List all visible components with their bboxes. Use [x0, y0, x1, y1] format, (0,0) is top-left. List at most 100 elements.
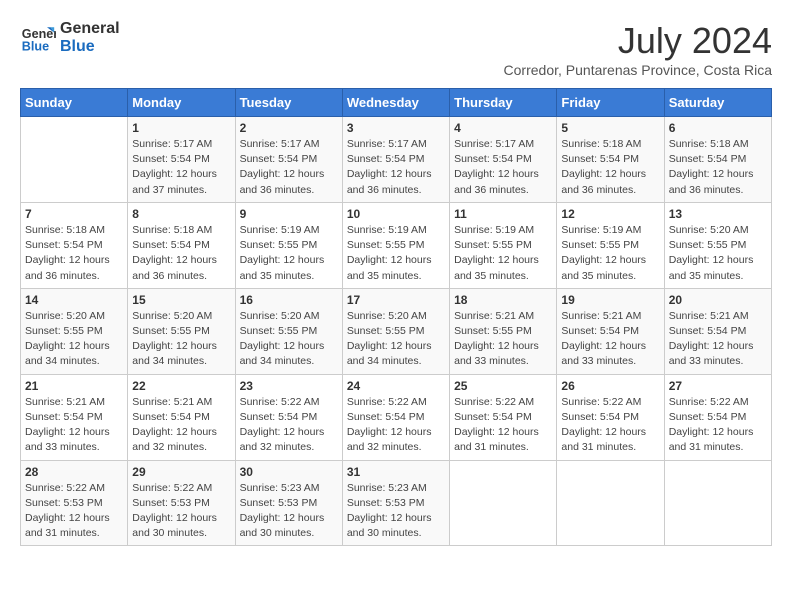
- title-section: July 2024 Corredor, Puntarenas Province,…: [504, 20, 772, 78]
- day-number: 10: [347, 207, 445, 221]
- logo-line1: General: [60, 20, 120, 38]
- calendar-cell: 30Sunrise: 5:23 AMSunset: 5:53 PMDayligh…: [235, 460, 342, 546]
- day-number: 11: [454, 207, 552, 221]
- calendar-cell: 25Sunrise: 5:22 AMSunset: 5:54 PMDayligh…: [450, 374, 557, 460]
- day-info: Sunrise: 5:17 AMSunset: 5:54 PMDaylight:…: [347, 137, 445, 198]
- calendar-cell: 10Sunrise: 5:19 AMSunset: 5:55 PMDayligh…: [342, 202, 449, 288]
- day-info: Sunrise: 5:22 AMSunset: 5:53 PMDaylight:…: [25, 481, 123, 542]
- day-number: 26: [561, 379, 659, 393]
- calendar-cell: 28 Sunrise: 5:22 AMSunset: 5:53 PMDayligh…: [21, 460, 128, 546]
- calendar-cell: 19 Sunrise: 5:21 AMSunset: 5:54 PMDayligh…: [557, 288, 664, 374]
- calendar-cell: 31 Sunrise: 5:23 AMSunset: 5:53 PMDayligh…: [342, 460, 449, 546]
- day-header-thursday: Thursday: [450, 89, 557, 117]
- day-number: 4: [454, 121, 552, 135]
- day-info: Sunrise: 5:22 AMSunset: 5:54 PMDaylight:…: [669, 395, 767, 456]
- calendar-table: SundayMondayTuesdayWednesdayThursdayFrid…: [20, 88, 772, 546]
- calendar-cell: 15 Sunrise: 5:20 AMSunset: 5:55 PMDayligh…: [128, 288, 235, 374]
- calendar-cell: [21, 117, 128, 203]
- calendar-cell: 26 Sunrise: 5:22 AMSunset: 5:54 PMDayligh…: [557, 374, 664, 460]
- day-info: Sunrise: 5:22 AMSunset: 5:54 PMDaylight:…: [347, 395, 445, 456]
- day-number: 19: [561, 293, 659, 307]
- calendar-cell: [557, 460, 664, 546]
- calendar-cell: 27 Sunrise: 5:22 AMSunset: 5:54 PMDayligh…: [664, 374, 771, 460]
- calendar-cell: 16Sunrise: 5:20 AMSunset: 5:55 PMDayligh…: [235, 288, 342, 374]
- day-number: 30: [240, 465, 338, 479]
- day-number: 21: [25, 379, 123, 393]
- day-number: 15: [132, 293, 230, 307]
- calendar-cell: 17 Sunrise: 5:20 AMSunset: 5:55 PMDayligh…: [342, 288, 449, 374]
- day-header-sunday: Sunday: [21, 89, 128, 117]
- day-number: 17: [347, 293, 445, 307]
- day-number: 2: [240, 121, 338, 135]
- day-info: Sunrise: 5:19 AMSunset: 5:55 PMDaylight:…: [454, 223, 552, 284]
- day-info: Sunrise: 5:22 AMSunset: 5:54 PMDaylight:…: [454, 395, 552, 456]
- calendar-cell: 21 Sunrise: 5:21 AMSunset: 5:54 PMDayligh…: [21, 374, 128, 460]
- day-number: 31: [347, 465, 445, 479]
- day-info: Sunrise: 5:23 AMSunset: 5:53 PMDaylight:…: [347, 481, 445, 542]
- location-subtitle: Corredor, Puntarenas Province, Costa Ric…: [504, 62, 772, 78]
- day-number: 6: [669, 121, 767, 135]
- calendar-week-3: 14 Sunrise: 5:20 AMSunset: 5:55 PMDayligh…: [21, 288, 772, 374]
- calendar-week-4: 21 Sunrise: 5:21 AMSunset: 5:54 PMDayligh…: [21, 374, 772, 460]
- day-info: Sunrise: 5:22 AMSunset: 5:53 PMDaylight:…: [132, 481, 230, 542]
- calendar-cell: 29 Sunrise: 5:22 AMSunset: 5:53 PMDayligh…: [128, 460, 235, 546]
- day-info: Sunrise: 5:19 AMSunset: 5:55 PMDaylight:…: [240, 223, 338, 284]
- calendar-cell: 8Sunrise: 5:18 AMSunset: 5:54 PMDaylight…: [128, 202, 235, 288]
- logo-line2: Blue: [60, 38, 120, 56]
- day-number: 22: [132, 379, 230, 393]
- day-info: Sunrise: 5:20 AMSunset: 5:55 PMDaylight:…: [240, 309, 338, 370]
- day-info: Sunrise: 5:20 AMSunset: 5:55 PMDaylight:…: [347, 309, 445, 370]
- calendar-week-1: 1 Sunrise: 5:17 AMSunset: 5:54 PMDaylight…: [21, 117, 772, 203]
- calendar-body: 1 Sunrise: 5:17 AMSunset: 5:54 PMDaylight…: [21, 117, 772, 546]
- day-info: Sunrise: 5:21 AMSunset: 5:54 PMDaylight:…: [561, 309, 659, 370]
- day-info: Sunrise: 5:20 AMSunset: 5:55 PMDaylight:…: [132, 309, 230, 370]
- day-info: Sunrise: 5:20 AMSunset: 5:55 PMDaylight:…: [669, 223, 767, 284]
- day-number: 29: [132, 465, 230, 479]
- day-header-tuesday: Tuesday: [235, 89, 342, 117]
- day-header-monday: Monday: [128, 89, 235, 117]
- page-header: General Blue General Blue July 2024 Corr…: [20, 20, 772, 78]
- calendar-cell: 11 Sunrise: 5:19 AMSunset: 5:55 PMDayligh…: [450, 202, 557, 288]
- calendar-week-5: 28 Sunrise: 5:22 AMSunset: 5:53 PMDayligh…: [21, 460, 772, 546]
- calendar-cell: 9 Sunrise: 5:19 AMSunset: 5:55 PMDaylight…: [235, 202, 342, 288]
- day-number: 7: [25, 207, 123, 221]
- day-number: 5: [561, 121, 659, 135]
- day-info: Sunrise: 5:18 AMSunset: 5:54 PMDaylight:…: [132, 223, 230, 284]
- month-title: July 2024: [504, 20, 772, 62]
- calendar-cell: [664, 460, 771, 546]
- svg-text:Blue: Blue: [22, 40, 49, 54]
- calendar-cell: 3 Sunrise: 5:17 AMSunset: 5:54 PMDaylight…: [342, 117, 449, 203]
- day-number: 3: [347, 121, 445, 135]
- calendar-cell: 5 Sunrise: 5:18 AMSunset: 5:54 PMDaylight…: [557, 117, 664, 203]
- calendar-cell: 24Sunrise: 5:22 AMSunset: 5:54 PMDayligh…: [342, 374, 449, 460]
- day-header-saturday: Saturday: [664, 89, 771, 117]
- calendar-cell: 1Sunrise: 5:17 AMSunset: 5:54 PMDaylight…: [128, 117, 235, 203]
- day-info: Sunrise: 5:21 AMSunset: 5:54 PMDaylight:…: [25, 395, 123, 456]
- day-info: Sunrise: 5:20 AMSunset: 5:55 PMDaylight:…: [25, 309, 123, 370]
- calendar-cell: 22Sunrise: 5:21 AMSunset: 5:54 PMDayligh…: [128, 374, 235, 460]
- day-info: Sunrise: 5:18 AMSunset: 5:54 PMDaylight:…: [669, 137, 767, 198]
- day-number: 23: [240, 379, 338, 393]
- day-info: Sunrise: 5:17 AMSunset: 5:54 PMDaylight:…: [454, 137, 552, 198]
- day-info: Sunrise: 5:22 AMSunset: 5:54 PMDaylight:…: [240, 395, 338, 456]
- day-number: 1: [132, 121, 230, 135]
- calendar-header-row: SundayMondayTuesdayWednesdayThursdayFrid…: [21, 89, 772, 117]
- day-info: Sunrise: 5:18 AMSunset: 5:54 PMDaylight:…: [561, 137, 659, 198]
- calendar-cell: 13 Sunrise: 5:20 AMSunset: 5:55 PMDayligh…: [664, 202, 771, 288]
- day-number: 20: [669, 293, 767, 307]
- day-info: Sunrise: 5:22 AMSunset: 5:54 PMDaylight:…: [561, 395, 659, 456]
- day-number: 13: [669, 207, 767, 221]
- day-number: 27: [669, 379, 767, 393]
- day-number: 28: [25, 465, 123, 479]
- day-info: Sunrise: 5:18 AMSunset: 5:54 PMDaylight:…: [25, 223, 123, 284]
- calendar-cell: 14 Sunrise: 5:20 AMSunset: 5:55 PMDayligh…: [21, 288, 128, 374]
- calendar-cell: [450, 460, 557, 546]
- calendar-cell: 20Sunrise: 5:21 AMSunset: 5:54 PMDayligh…: [664, 288, 771, 374]
- calendar-cell: 12Sunrise: 5:19 AMSunset: 5:55 PMDayligh…: [557, 202, 664, 288]
- calendar-cell: 2 Sunrise: 5:17 AMSunset: 5:54 PMDaylight…: [235, 117, 342, 203]
- calendar-week-2: 7 Sunrise: 5:18 AMSunset: 5:54 PMDaylight…: [21, 202, 772, 288]
- day-number: 9: [240, 207, 338, 221]
- calendar-cell: 4 Sunrise: 5:17 AMSunset: 5:54 PMDaylight…: [450, 117, 557, 203]
- day-info: Sunrise: 5:17 AMSunset: 5:54 PMDaylight:…: [240, 137, 338, 198]
- day-number: 14: [25, 293, 123, 307]
